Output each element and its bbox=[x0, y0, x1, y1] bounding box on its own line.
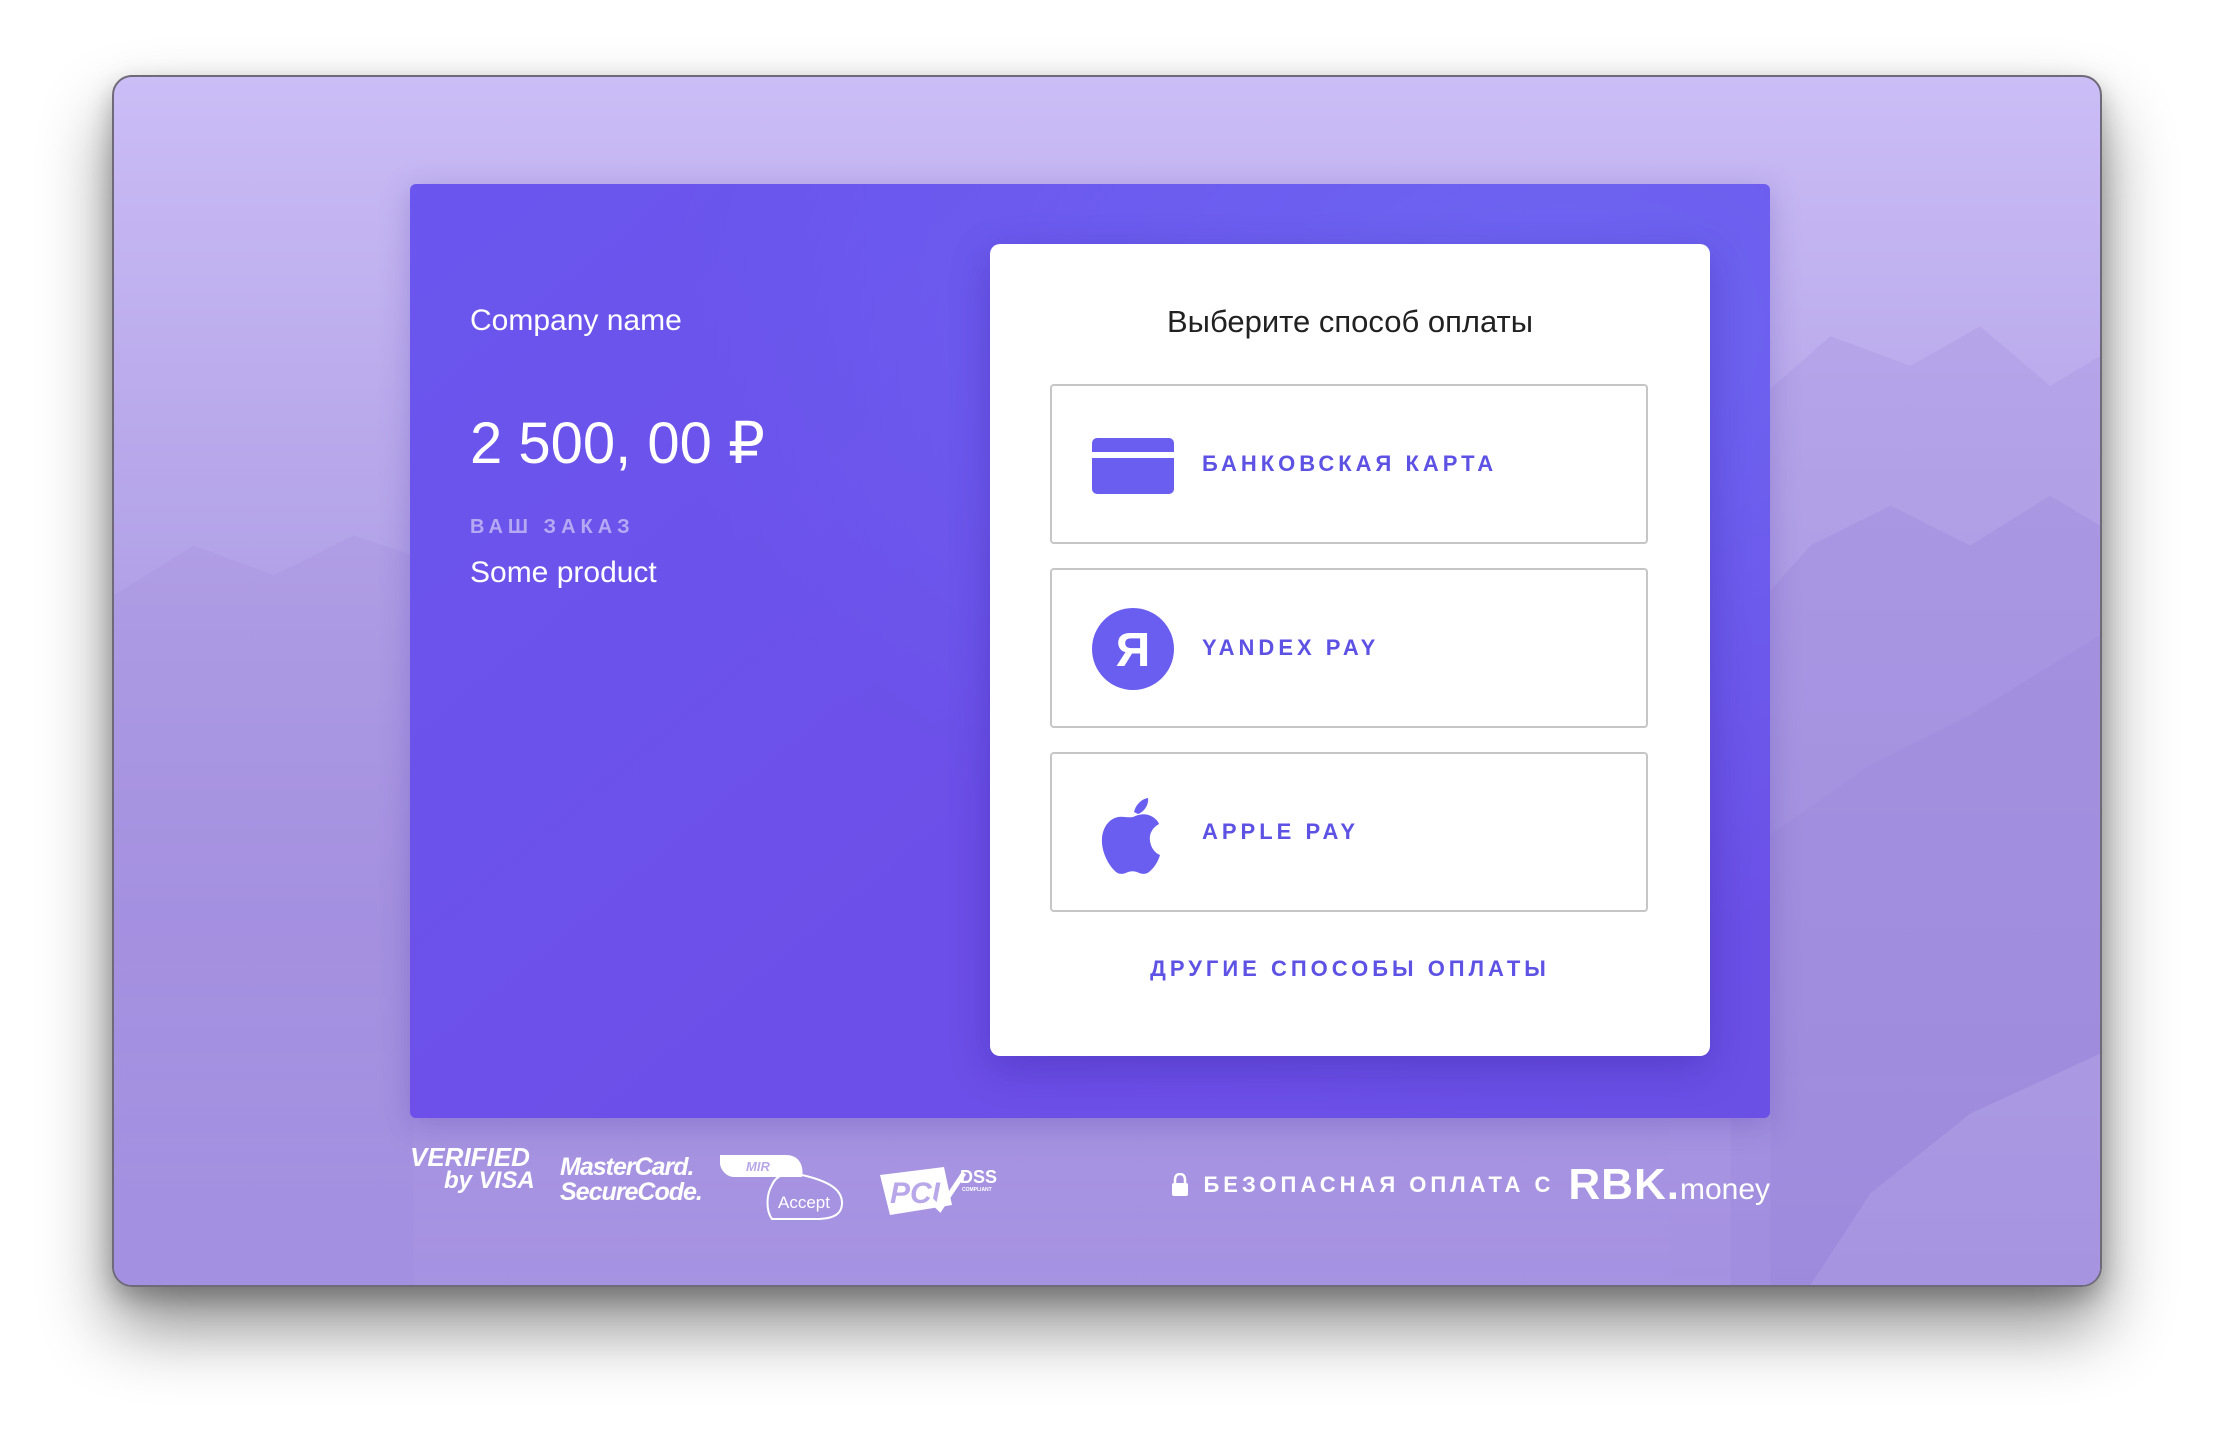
money-brand: money bbox=[1679, 1173, 1770, 1206]
order-label: ВАШ ЗАКАЗ bbox=[470, 516, 635, 538]
payment-method-card: Выберите способ оплаты БАНКОВСКАЯ КАРТА … bbox=[990, 244, 1710, 1056]
rbk-brand: RBK. bbox=[1568, 1160, 1680, 1209]
bank-card-option[interactable]: БАНКОВСКАЯ КАРТА bbox=[1050, 384, 1648, 544]
bank-card-label: БАНКОВСКАЯ КАРТА bbox=[1202, 451, 1498, 476]
pci-dss-logo: PCI DSS COMPLIANT bbox=[880, 1167, 997, 1215]
mir-text: MIR bbox=[746, 1159, 770, 1174]
secure-payment-text: БЕЗОПАСНАЯ ОПЛАТА С bbox=[1203, 1172, 1555, 1197]
payment-method-title: Выберите способ оплаты bbox=[1166, 304, 1533, 339]
company-name: Company name bbox=[470, 304, 682, 337]
secure-payment-badge: БЕЗОПАСНАЯ ОПЛАТА С RBK. money bbox=[1171, 1155, 1770, 1215]
yandex-pay-option[interactable]: Я YANDEX PAY bbox=[1050, 568, 1648, 728]
verified-by-visa-logo: VERIFIED by VISA bbox=[410, 1142, 535, 1194]
lock-icon bbox=[1172, 1173, 1189, 1196]
yandex-glyph: Я bbox=[1116, 624, 1151, 677]
apple-pay-option[interactable]: APPLE PAY bbox=[1050, 752, 1648, 912]
payment-window: Company name 2 500, 00 ₽ ВАШ ЗАКАЗ Some … bbox=[112, 75, 2102, 1287]
credit-card-icon bbox=[1092, 438, 1174, 494]
securecode-text: SecureCode. bbox=[560, 1178, 703, 1206]
by-visa-text: by VISA bbox=[444, 1166, 535, 1194]
compliant-text: COMPLIANT bbox=[962, 1187, 992, 1193]
apple-pay-label: APPLE PAY bbox=[1202, 819, 1360, 844]
apple-icon bbox=[1101, 798, 1160, 874]
dss-text: DSS bbox=[960, 1167, 997, 1187]
payment-amount: 2 500, 00 ₽ bbox=[470, 411, 765, 476]
other-payment-methods-link[interactable]: ДРУГИЕ СПОСОБЫ ОПЛАТЫ bbox=[990, 956, 1710, 982]
checkout-panel: Company name 2 500, 00 ₽ ВАШ ЗАКАЗ Some … bbox=[410, 184, 1770, 1118]
mir-accept-logo: MIR Accept bbox=[720, 1155, 844, 1220]
footer: VERIFIED by VISA MasterCard. SecureCode.… bbox=[410, 1142, 1770, 1245]
yandex-icon: Я bbox=[1092, 608, 1174, 690]
mastercard-text: MasterCard. bbox=[560, 1153, 694, 1181]
verified-text: VERIFIED bbox=[410, 1142, 530, 1172]
mastercard-securecode-logo: MasterCard. SecureCode. bbox=[560, 1153, 703, 1206]
accept-text: Accept bbox=[778, 1193, 830, 1212]
yandex-pay-label: YANDEX PAY bbox=[1202, 635, 1380, 660]
order-product: Some product bbox=[470, 556, 657, 589]
